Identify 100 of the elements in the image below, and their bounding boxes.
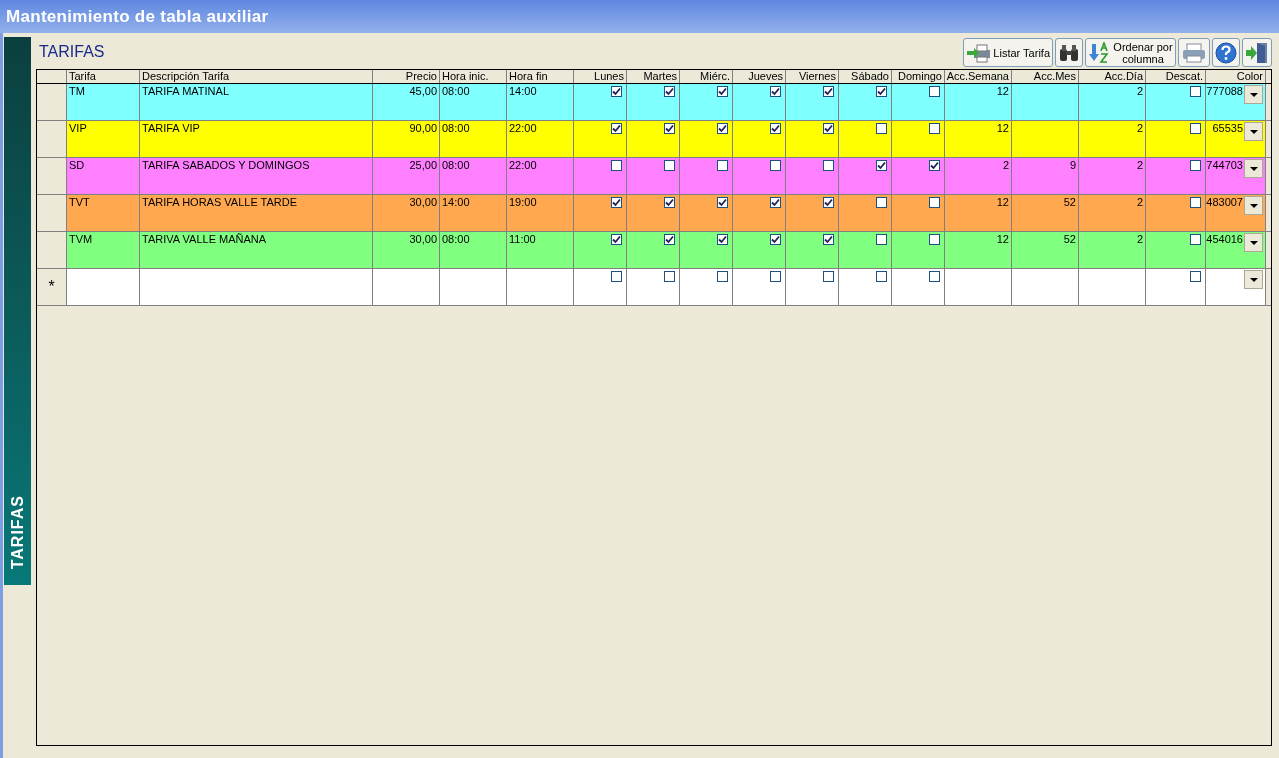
toolbar-icon-button[interactable] (1055, 38, 1083, 67)
table-cell-text: 11:00 (509, 233, 536, 247)
column-header[interactable]: Acc.Mes (1012, 70, 1079, 83)
table-cell-text: 14:00 (442, 196, 470, 210)
checkbox[interactable] (823, 271, 834, 282)
checkbox[interactable] (664, 86, 675, 97)
dropdown-button[interactable] (1244, 122, 1263, 141)
checkbox[interactable] (664, 123, 675, 134)
column-header[interactable]: Miérc. (680, 70, 733, 83)
checkbox[interactable] (823, 160, 834, 171)
dropdown-button[interactable] (1244, 196, 1263, 215)
checkbox[interactable] (611, 86, 622, 97)
checkbox[interactable] (1190, 197, 1201, 208)
checkbox[interactable] (929, 271, 940, 282)
dropdown-button[interactable] (1244, 233, 1263, 252)
toolbar-icon-button[interactable] (1242, 38, 1272, 67)
table-row[interactable]: TVT TARIFA HORAS VALLE TARDE 30,00 14:00 19:00 12 52 2 483007 (67, 195, 1266, 231)
checkbox[interactable] (717, 86, 728, 97)
column-header[interactable]: Martes (627, 70, 680, 83)
checkbox[interactable] (929, 234, 940, 245)
checkbox[interactable] (611, 160, 622, 171)
checkbox[interactable] (1190, 271, 1201, 282)
column-header[interactable]: Descripción Tarifa (140, 70, 373, 83)
checkbox[interactable] (770, 123, 781, 134)
column-header[interactable]: Viernes (786, 70, 839, 83)
table-cell-text: 90,00 (409, 122, 437, 136)
checkbox[interactable] (611, 197, 622, 208)
checkbox[interactable] (611, 271, 622, 282)
checkbox[interactable] (876, 234, 887, 245)
checkbox[interactable] (717, 271, 728, 282)
column-header[interactable]: Color (1206, 70, 1266, 83)
checkbox[interactable] (876, 271, 887, 282)
column-header[interactable]: Acc.Semana (945, 70, 1012, 83)
checkbox[interactable] (1190, 86, 1201, 97)
checkbox[interactable] (770, 271, 781, 282)
checkbox[interactable] (929, 123, 940, 134)
checkbox[interactable] (876, 123, 887, 134)
caret-icon (1249, 203, 1258, 208)
checkbox[interactable] (929, 197, 940, 208)
column-header[interactable]: Acc.Día (1079, 70, 1146, 83)
checkbox[interactable] (664, 234, 675, 245)
checkbox[interactable] (770, 234, 781, 245)
checkbox[interactable] (823, 86, 834, 97)
table-cell-text: 08:00 (442, 159, 470, 173)
table-row[interactable]: TVM TARIVA VALLE MAÑANA 30,00 08:00 11:00 12 52 2 454016 (67, 232, 1266, 268)
column-header[interactable]: Lunes (574, 70, 627, 83)
column-header[interactable]: Sábado (839, 70, 892, 83)
checkbox[interactable] (664, 160, 675, 171)
checkbox[interactable] (717, 160, 728, 171)
checkbox[interactable] (823, 197, 834, 208)
checkbox[interactable] (770, 86, 781, 97)
table-cell-text: 52 (1063, 233, 1076, 247)
caret-icon (1249, 129, 1258, 134)
checkbox[interactable] (929, 86, 940, 97)
column-header[interactable]: Jueves (733, 70, 786, 83)
table-cell-text: 12 (996, 233, 1009, 247)
dropdown-button[interactable] (1244, 159, 1263, 178)
column-header[interactable]: Hora inic. (440, 70, 507, 83)
checkbox[interactable] (717, 234, 728, 245)
checkbox[interactable] (664, 197, 675, 208)
checkbox[interactable] (1190, 234, 1201, 245)
table-cell-text: 08:00 (442, 122, 470, 136)
toolbar-icon-button[interactable] (1212, 38, 1240, 67)
table-cell-text: SD (69, 159, 85, 173)
checkbox[interactable] (770, 160, 781, 171)
table-cell: 777088 (1206, 85, 1243, 98)
table-cell-text: TARIFA VIP (142, 122, 200, 136)
column-header[interactable]: Descat. (1146, 70, 1206, 83)
table-cell-text: 45,00 (409, 85, 437, 99)
checkbox[interactable] (717, 197, 728, 208)
dropdown-button[interactable] (1244, 85, 1263, 104)
checkbox[interactable] (929, 160, 940, 171)
checkbox[interactable] (611, 123, 622, 134)
checkbox[interactable] (664, 271, 675, 282)
checkbox[interactable] (823, 234, 834, 245)
column-header[interactable]: Hora fin (507, 70, 574, 83)
table-row[interactable]: VIP TARIFA VIP 90,00 08:00 22:00 12 2 65535 (67, 121, 1266, 157)
checkbox[interactable] (1190, 123, 1201, 134)
column-header[interactable]: Tarifa (67, 70, 140, 83)
checkbox[interactable] (876, 197, 887, 208)
table-row[interactable]: SD TARIFA SABADOS Y DOMINGOS 25,00 08:00 22:00 2 9 2 744703 (67, 158, 1266, 194)
checkbox[interactable] (823, 123, 834, 134)
checkbox[interactable] (717, 123, 728, 134)
checkbox[interactable] (1190, 160, 1201, 171)
side-tab[interactable]: TARIFAS (4, 37, 31, 585)
dropdown-button[interactable] (1244, 270, 1263, 289)
table-cell-text: VIP (69, 122, 87, 136)
table-cell-text: 12 (996, 196, 1009, 210)
toolbar-button[interactable]: Listar Tarifa (963, 38, 1053, 67)
table-cell-text: TVM (69, 233, 93, 247)
table-row[interactable]: TM TARIFA MATINAL 45,00 08:00 14:00 12 2 777088 (67, 84, 1266, 120)
checkbox[interactable] (611, 234, 622, 245)
column-header[interactable]: Domingo (892, 70, 945, 83)
toolbar-button[interactable]: Ordenar por columna (1085, 38, 1176, 67)
table-cell-text: 2 (1136, 233, 1143, 247)
checkbox[interactable] (876, 160, 887, 171)
checkbox[interactable] (770, 197, 781, 208)
checkbox[interactable] (876, 86, 887, 97)
table-cell-text: 19:00 (509, 196, 537, 210)
column-header[interactable]: Precio (373, 70, 440, 83)
